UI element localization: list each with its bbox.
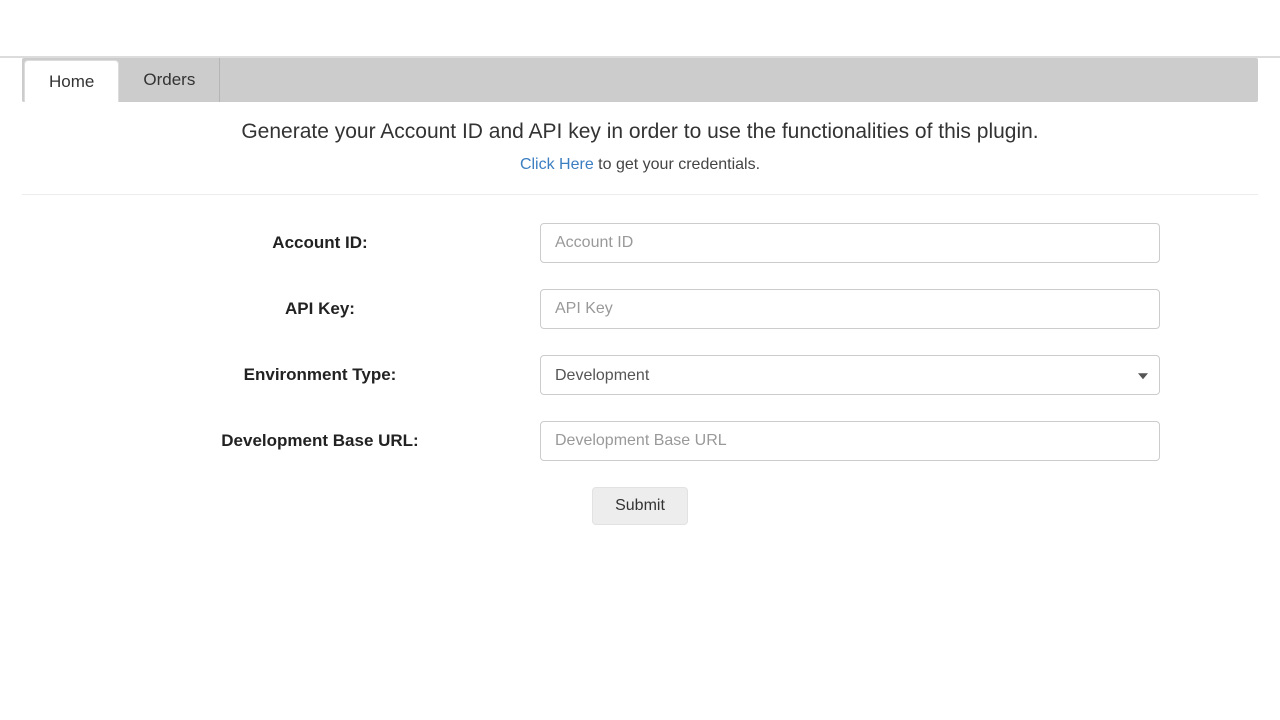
- tab-home[interactable]: Home: [24, 60, 119, 102]
- label-environment: Environment Type:: [120, 365, 540, 385]
- account-id-input[interactable]: [540, 223, 1160, 263]
- top-bar: [0, 0, 1280, 58]
- intro-section: Generate your Account ID and API key in …: [22, 102, 1258, 195]
- api-key-input[interactable]: [540, 289, 1160, 329]
- intro-credentials-line: Click Here to get your credentials.: [32, 156, 1248, 174]
- submit-button[interactable]: Submit: [592, 487, 688, 525]
- credentials-form: Account ID: API Key: Environment Type: D…: [110, 223, 1170, 525]
- environment-select[interactable]: Development: [540, 355, 1160, 395]
- intro-heading: Generate your Account ID and API key in …: [32, 120, 1248, 144]
- label-account-id: Account ID:: [120, 233, 540, 253]
- tab-orders[interactable]: Orders: [119, 58, 220, 102]
- label-dev-url: Development Base URL:: [120, 431, 540, 451]
- row-api-key: API Key:: [120, 289, 1160, 329]
- intro-tail-text: to get your credentials.: [594, 156, 760, 173]
- row-environment: Environment Type: Development: [120, 355, 1160, 395]
- row-account-id: Account ID:: [120, 223, 1160, 263]
- dev-url-input[interactable]: [540, 421, 1160, 461]
- tabs-bar: Home Orders: [22, 58, 1258, 102]
- label-api-key: API Key:: [120, 299, 540, 319]
- row-dev-url: Development Base URL:: [120, 421, 1160, 461]
- credentials-link[interactable]: Click Here: [520, 156, 594, 173]
